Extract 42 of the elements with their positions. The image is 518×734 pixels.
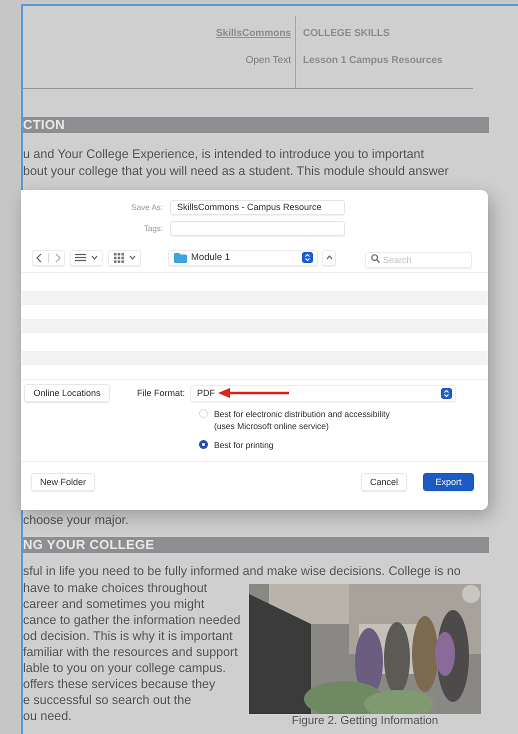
section-heading: NG YOUR COLLEGE [23, 537, 489, 553]
field-label: File Format: [137, 388, 186, 398]
tags-field[interactable] [170, 220, 345, 236]
section-heading: CTION [23, 117, 489, 133]
file-format-popup[interactable]: PDF [190, 384, 456, 402]
cancel-button[interactable]: Cancel [360, 473, 407, 491]
field-label: Save As: [130, 202, 163, 212]
folder-icon [174, 252, 187, 262]
search-icon [371, 254, 380, 262]
location-name: Module 1 [191, 252, 232, 263]
option-label: Best for printing [214, 439, 274, 451]
parent-folder-button[interactable] [322, 250, 336, 266]
list-icon [75, 253, 86, 262]
list-view-button[interactable] [70, 250, 103, 266]
brand-subtitle: Open Text [246, 55, 291, 66]
stepper-icon [302, 252, 313, 263]
lesson-title: Lesson 1 Campus Resources [303, 55, 442, 66]
location-popup[interactable]: Module 1 [168, 250, 318, 266]
figure-caption: Figure 2. Getting Information [292, 715, 438, 727]
field-label: Tags: [142, 224, 163, 232]
paragraph-text: choose your major. [23, 512, 130, 529]
radio-button[interactable] [199, 440, 208, 449]
paragraph-text: sful in life you need to be fully informed and make wise decisions. College is no [23, 563, 462, 580]
grid-icon [114, 252, 124, 262]
grid-view-button[interactable] [108, 250, 141, 266]
forward-icon [54, 252, 62, 262]
popup-value: PDF [197, 388, 216, 398]
option-label: Best for electronic distribution and accessibility (uses Microsoft online service) [214, 408, 390, 432]
course-title: COLLEGE SKILLS [303, 28, 391, 39]
new-folder-button[interactable]: New Folder [31, 473, 96, 491]
paragraph-text: u and Your College Experience, is intended to introduce you to important bout your college that you will need as a student. This module should answer [23, 146, 450, 180]
filename-field[interactable]: SkillsCommons - Campus Resource [170, 200, 345, 214]
online-locations-button[interactable]: Online Locations [24, 384, 110, 402]
paragraph-text: have to make choices throughout career and sometimes you might cance to gather the information needed od decision. This is why it is important familiar with the resources and support lable to you on your college campus. offers these services because they e successful so search out the ou need. [23, 580, 242, 725]
stepper-icon [441, 388, 452, 398]
back-icon [35, 252, 44, 262]
chevron-down-icon [91, 255, 98, 260]
export-button[interactable]: Export [423, 473, 474, 491]
chevron-down-icon [128, 255, 136, 260]
caret-up-icon [326, 255, 332, 260]
search-field[interactable]: Search [365, 252, 472, 268]
navigation-buttons[interactable] [32, 250, 65, 266]
